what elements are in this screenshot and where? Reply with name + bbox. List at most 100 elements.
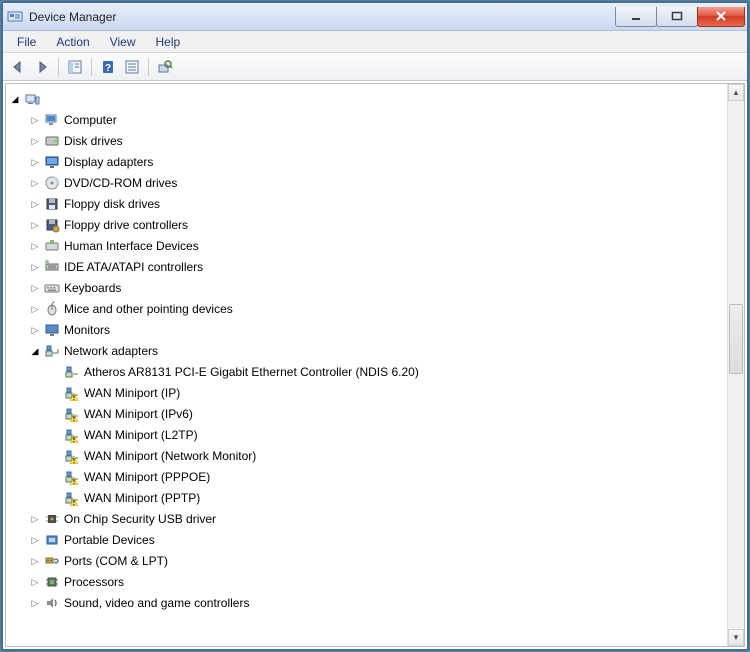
tree-item-label: Monitors [64, 320, 110, 340]
tree-item-label: Atheros AR8131 PCI-E Gigabit Ethernet Co… [84, 362, 419, 382]
expand-icon[interactable]: ▷ [28, 575, 42, 589]
maximize-button[interactable] [656, 7, 698, 27]
expand-icon[interactable]: ▷ [28, 512, 42, 526]
tree-item-label: WAN Miniport (L2TP) [84, 425, 198, 445]
tree-device[interactable]: WAN Miniport (IP) [8, 382, 725, 403]
expand-icon[interactable]: ▷ [28, 176, 42, 190]
expand-icon[interactable]: ▷ [28, 596, 42, 610]
scroll-up-button[interactable]: ▲ [728, 84, 744, 101]
expand-icon[interactable]: ▷ [28, 281, 42, 295]
tree-category[interactable]: ▷ Portable Devices [8, 529, 725, 550]
ports-icon [44, 553, 60, 569]
tree-category[interactable]: ▷ On Chip Security USB driver [8, 508, 725, 529]
tree-item-label: Processors [64, 572, 124, 592]
titlebar[interactable]: Device Manager [3, 3, 747, 31]
back-button[interactable] [7, 56, 29, 78]
tree-category[interactable]: ▷ Human Interface Devices [8, 235, 725, 256]
tree-category[interactable]: ▷ Ports (COM & LPT) [8, 550, 725, 571]
expand-icon[interactable]: ▷ [28, 323, 42, 337]
vertical-scrollbar[interactable]: ▲ ▼ [727, 84, 744, 646]
network-icon [44, 343, 60, 359]
tree-category[interactable]: ▷ IDE ATA/ATAPI controllers [8, 256, 725, 277]
tree-category[interactable]: ▷ Display adapters [8, 151, 725, 172]
svg-text:?: ? [105, 63, 111, 74]
hid-icon [44, 238, 60, 254]
tree-device[interactable]: WAN Miniport (PPTP) [8, 487, 725, 508]
tree-item-label: Floppy drive controllers [64, 215, 188, 235]
tree-item-label: Mice and other pointing devices [64, 299, 233, 319]
menu-help[interactable]: Help [146, 33, 191, 51]
device-tree[interactable]: ◢ ▷ Computer ▷ Disk drives ▷ Display ada… [6, 84, 727, 646]
scroll-down-button[interactable]: ▼ [728, 629, 744, 646]
tree-item-label: DVD/CD-ROM drives [64, 173, 177, 193]
menu-file[interactable]: File [7, 33, 46, 51]
expand-icon[interactable]: ▷ [28, 134, 42, 148]
tree-category[interactable]: ▷ Sound, video and game controllers [8, 592, 725, 613]
tree-item-label: WAN Miniport (PPTP) [84, 488, 200, 508]
collapse-icon[interactable]: ◢ [28, 344, 42, 358]
properties-button[interactable] [121, 56, 143, 78]
toolbar: ? [3, 53, 747, 81]
tree-root[interactable]: ◢ [8, 88, 725, 109]
close-button[interactable] [697, 7, 745, 27]
scroll-thumb[interactable] [729, 304, 743, 374]
tree-category[interactable]: ▷ Floppy drive controllers [8, 214, 725, 235]
network-adapter-icon [64, 406, 80, 422]
tree-category[interactable]: ▷ Processors [8, 571, 725, 592]
menubar: File Action View Help [3, 31, 747, 53]
window-controls [616, 7, 745, 27]
tree-device[interactable]: WAN Miniport (IPv6) [8, 403, 725, 424]
expand-icon[interactable]: ▷ [28, 218, 42, 232]
expand-icon[interactable]: ▷ [28, 533, 42, 547]
forward-button[interactable] [31, 56, 53, 78]
tree-device[interactable]: WAN Miniport (Network Monitor) [8, 445, 725, 466]
tree-category-network[interactable]: ◢ Network adapters [8, 340, 725, 361]
tree-category[interactable]: ▷ Computer [8, 109, 725, 130]
tree-item-label: IDE ATA/ATAPI controllers [64, 257, 203, 277]
tree-item-label: Floppy disk drives [64, 194, 160, 214]
disk-icon [44, 133, 60, 149]
show-hide-tree-button[interactable] [64, 56, 86, 78]
tree-device[interactable]: WAN Miniport (PPPOE) [8, 466, 725, 487]
tree-item-label: Disk drives [64, 131, 123, 151]
tree-category[interactable]: ▷ Disk drives [8, 130, 725, 151]
help-button[interactable]: ? [97, 56, 119, 78]
expand-icon[interactable]: ▷ [28, 155, 42, 169]
tree-item-label: Display adapters [64, 152, 153, 172]
tree-category[interactable]: ▷ DVD/CD-ROM drives [8, 172, 725, 193]
toolbar-separator [58, 58, 59, 76]
scan-hardware-button[interactable] [154, 56, 176, 78]
tree-item-label: Keyboards [64, 278, 121, 298]
expand-icon[interactable]: ▷ [28, 113, 42, 127]
expand-icon[interactable]: ▷ [28, 260, 42, 274]
expand-icon[interactable]: ▷ [28, 554, 42, 568]
toolbar-separator [148, 58, 149, 76]
menu-action[interactable]: Action [46, 33, 99, 51]
app-icon [7, 9, 23, 25]
tree-category[interactable]: ▷ Monitors [8, 319, 725, 340]
floppy-ctrl-icon [44, 217, 60, 233]
cpu-icon [44, 574, 60, 590]
optical-icon [44, 175, 60, 191]
network-adapter-icon [64, 469, 80, 485]
content-area: ◢ ▷ Computer ▷ Disk drives ▷ Display ada… [5, 83, 745, 647]
tree-device[interactable]: WAN Miniport (L2TP) [8, 424, 725, 445]
menu-view[interactable]: View [100, 33, 146, 51]
ide-icon [44, 259, 60, 275]
tree-item-label: WAN Miniport (IPv6) [84, 404, 193, 424]
mouse-icon [44, 301, 60, 317]
expand-icon[interactable]: ▷ [28, 302, 42, 316]
computer-icon [44, 112, 60, 128]
tree-category[interactable]: ▷ Mice and other pointing devices [8, 298, 725, 319]
network-adapter-icon [64, 385, 80, 401]
tree-device[interactable]: Atheros AR8131 PCI-E Gigabit Ethernet Co… [8, 361, 725, 382]
minimize-button[interactable] [615, 7, 657, 27]
computer-root-icon [24, 91, 40, 107]
tree-item-label: Network adapters [64, 341, 158, 361]
tree-item-label: Computer [64, 110, 117, 130]
tree-category[interactable]: ▷ Floppy disk drives [8, 193, 725, 214]
collapse-icon[interactable]: ◢ [8, 92, 22, 106]
expand-icon[interactable]: ▷ [28, 239, 42, 253]
tree-category[interactable]: ▷ Keyboards [8, 277, 725, 298]
expand-icon[interactable]: ▷ [28, 197, 42, 211]
